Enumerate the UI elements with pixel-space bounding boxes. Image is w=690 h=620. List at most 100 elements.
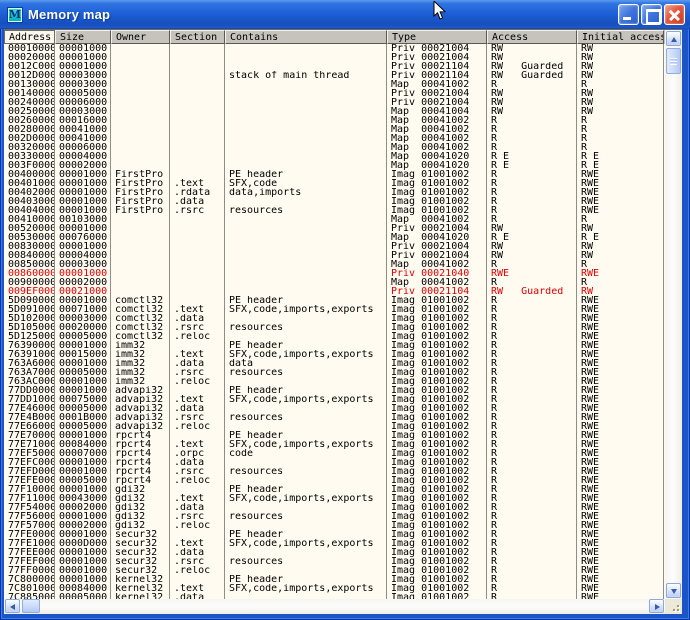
table-row[interactable]: 0041000000103000Map 00041002RR <box>4 215 665 224</box>
scroll-up-button[interactable] <box>666 31 681 46</box>
table-row[interactable]: 7C80000000001000kernel32PE headerImag 01… <box>4 575 665 584</box>
t-cell: Imag 01001002 <box>387 539 487 548</box>
table-row[interactable]: 77F5600000001000gdi32.rsrcresourcesImag … <box>4 512 665 521</box>
table-row[interactable]: 77F1100000043000gdi32.textSFX,code,impor… <box>4 494 665 503</box>
table-row[interactable]: 0040000000001000FirstProPE headerImag 01… <box>4 170 665 179</box>
header-ia[interactable]: Initial access <box>577 30 664 44</box>
table-row[interactable]: 77E6600000005000advapi32.relocImag 01001… <box>4 422 665 431</box>
table-row[interactable]: 5D09000000001000comctl32PE headerImag 01… <box>4 296 665 305</box>
c-cell: PE header <box>225 485 387 494</box>
ac-cell: R E <box>487 233 577 242</box>
o-cell <box>111 224 170 233</box>
scroll-right-button[interactable] <box>649 599 664 613</box>
horizontal-scrollbar-thumb[interactable] <box>22 599 40 613</box>
table-row[interactable]: 763A700000005000imm32.rsrcresourcesImag … <box>4 368 665 377</box>
c-cell <box>225 152 387 161</box>
table-row[interactable]: 0025000000003000Map 00041004RWRW <box>4 107 665 116</box>
table-row[interactable]: 77F5700000002000gdi32.relocImag 01001002… <box>4 521 665 530</box>
table-row[interactable]: 5D12500000005000comctl32.relocImag 01001… <box>4 332 665 341</box>
scroll-left-button[interactable] <box>5 599 20 613</box>
horizontal-scrollbar[interactable] <box>4 599 665 614</box>
sec-cell <box>170 152 225 161</box>
table-row[interactable]: 0014000000005000Priv 00021004RWRW <box>4 89 665 98</box>
table-row[interactable]: 0083000000001000Priv 00021004RWRW <box>4 242 665 251</box>
table-row[interactable]: 77FE10000000D000secur32.textSFX,code,imp… <box>4 539 665 548</box>
table-row[interactable]: 77E7100000084000rpcrt4.textSFX,code,impo… <box>4 440 665 449</box>
table-row[interactable]: 5D10500000020000comctl32.rsrcresourcesIm… <box>4 323 665 332</box>
table-row[interactable]: 77FEE00000001000secur32.dataImag 0100100… <box>4 548 665 557</box>
header-t[interactable]: Type <box>387 30 487 44</box>
table-row[interactable]: 0040300000001000FirstPro.dataImag 010010… <box>4 197 665 206</box>
a-cell: 00400000 <box>4 170 55 179</box>
table-row[interactable]: 0084000000004000Priv 00021004RWRW <box>4 251 665 260</box>
table-row[interactable]: 77E4600000005000advapi32.dataImag 010010… <box>4 404 665 413</box>
table-row[interactable]: 77DD000000001000advapi32PE headerImag 01… <box>4 386 665 395</box>
table-row[interactable]: 5D10200000003000comctl32.dataImag 010010… <box>4 314 665 323</box>
table-row[interactable]: 0085000000003000Map 00041002RR <box>4 260 665 269</box>
table-row[interactable]: 0024000000006000Priv 00021004RWRW <box>4 98 665 107</box>
table-row[interactable]: 009EF00000021000Priv 00021104RW GuardedR… <box>4 287 665 296</box>
table-row[interactable]: 0012D00000003000stack of main threadPriv… <box>4 71 665 80</box>
table-row[interactable]: 0040200000001000FirstPro.rdatadata,impor… <box>4 188 665 197</box>
title-bar[interactable]: M Memory map <box>0 0 690 29</box>
table-row[interactable]: 77EF500000007000rpcrt4.orpccodeImag 0100… <box>4 449 665 458</box>
table-row[interactable]: 0028000000041000Map 00041002RR <box>4 125 665 134</box>
sec-cell: .reloc <box>170 566 225 575</box>
vertical-scrollbar[interactable] <box>665 30 682 599</box>
a-cell: 77DD1000 <box>4 395 55 404</box>
header-a[interactable]: Address <box>4 30 55 44</box>
table-row[interactable]: 0001000000001000Priv 00021004RWRW <box>4 44 665 53</box>
table-row[interactable]: 763AC00000001000imm32.relocImag 01001002… <box>4 377 665 386</box>
table-row[interactable]: 0040400000001000FirstPro.rsrcresourcesIm… <box>4 206 665 215</box>
sec-cell: .rdata <box>170 188 225 197</box>
header-o[interactable]: Owner <box>111 30 170 44</box>
table-row[interactable]: 003F000000002000Map 00041020R ER E <box>4 161 665 170</box>
vertical-scrollbar-thumb[interactable] <box>666 48 681 74</box>
sec-cell <box>170 485 225 494</box>
table-row[interactable]: 77FEF00000001000secur32.rsrcresourcesIma… <box>4 557 665 566</box>
table-row[interactable]: 0052000000001000Priv 00021004RWRW <box>4 224 665 233</box>
ia-cell: R <box>577 215 664 224</box>
table-row[interactable]: 0033000000004000Map 00041020R ER E <box>4 152 665 161</box>
table-row[interactable]: 0086000000001000Priv 00021040RWERWE <box>4 269 665 278</box>
a-cell: 5D105000 <box>4 323 55 332</box>
table-row[interactable]: 7C80100000084000kernel32.textSFX,code,im… <box>4 584 665 593</box>
table-row[interactable]: 5D09100000071000comctl32.textSFX,code,im… <box>4 305 665 314</box>
table-row[interactable]: 0032000000006000Map 00041002RR <box>4 143 665 152</box>
table-row[interactable]: 7639000000001000imm32PE headerImag 01001… <box>4 341 665 350</box>
table-row[interactable]: 77F1000000001000gdi32PE headerImag 01001… <box>4 485 665 494</box>
table-row[interactable]: 77EFE00000005000rpcrt4.relocImag 0100100… <box>4 476 665 485</box>
table-row[interactable]: 0013000000003000Map 00041002RR <box>4 80 665 89</box>
t-cell: Map 00041002 <box>387 278 487 287</box>
arrow-up-icon <box>671 37 677 42</box>
close-button[interactable] <box>664 4 685 25</box>
scroll-down-button[interactable] <box>666 583 681 598</box>
ac-cell: RW Guarded <box>487 287 577 296</box>
maximize-button[interactable] <box>641 4 662 25</box>
minimize-button[interactable] <box>618 4 639 25</box>
header-c[interactable]: Contains <box>225 30 387 44</box>
table-row[interactable]: 77FE000000001000secur32PE headerImag 010… <box>4 530 665 539</box>
table-row[interactable]: 7639100000015000imm32.textSFX,code,impor… <box>4 350 665 359</box>
table-row[interactable]: 77DD100000075000advapi32.textSFX,code,im… <box>4 395 665 404</box>
table-row[interactable]: 0040100000001000FirstPro.textSFX,codeIma… <box>4 179 665 188</box>
table-row[interactable]: 0090000000002000Map 00041002RR <box>4 278 665 287</box>
o-cell: secur32 <box>111 539 170 548</box>
table-row[interactable]: 77E4B0000001B000advapi32.rsrcresourcesIm… <box>4 413 665 422</box>
table-row[interactable]: 0012C00000001000Priv 00021104RW GuardedR… <box>4 62 665 71</box>
table-row[interactable]: 002D000000041000Map 00041002RR <box>4 134 665 143</box>
table-row[interactable]: 0002000000001000Priv 00021004RWRW <box>4 53 665 62</box>
table-row[interactable]: 77EFD00000001000rpcrt4.rsrcresourcesImag… <box>4 467 665 476</box>
resize-grip[interactable] <box>665 599 682 614</box>
ac-cell: R <box>487 395 577 404</box>
header-ac[interactable]: Access <box>487 30 577 44</box>
table-row[interactable]: 77E7000000001000rpcrt4PE headerImag 0100… <box>4 431 665 440</box>
header-sec[interactable]: Section <box>170 30 225 44</box>
table-row[interactable]: 0053000000076000Map 00041020R ER E <box>4 233 665 242</box>
table-row[interactable]: 77EFC00000001000rpcrt4.dataImag 01001002… <box>4 458 665 467</box>
header-s[interactable]: Size <box>55 30 111 44</box>
table-row[interactable]: 0026000000016000Map 00041002RR <box>4 116 665 125</box>
table-row[interactable]: 77FF000000001000secur32.relocImag 010010… <box>4 566 665 575</box>
table-row[interactable]: 77F5400000002000gdi32.dataImag 01001002R… <box>4 503 665 512</box>
table-row[interactable]: 763A600000001000imm32.datadataImag 01001… <box>4 359 665 368</box>
